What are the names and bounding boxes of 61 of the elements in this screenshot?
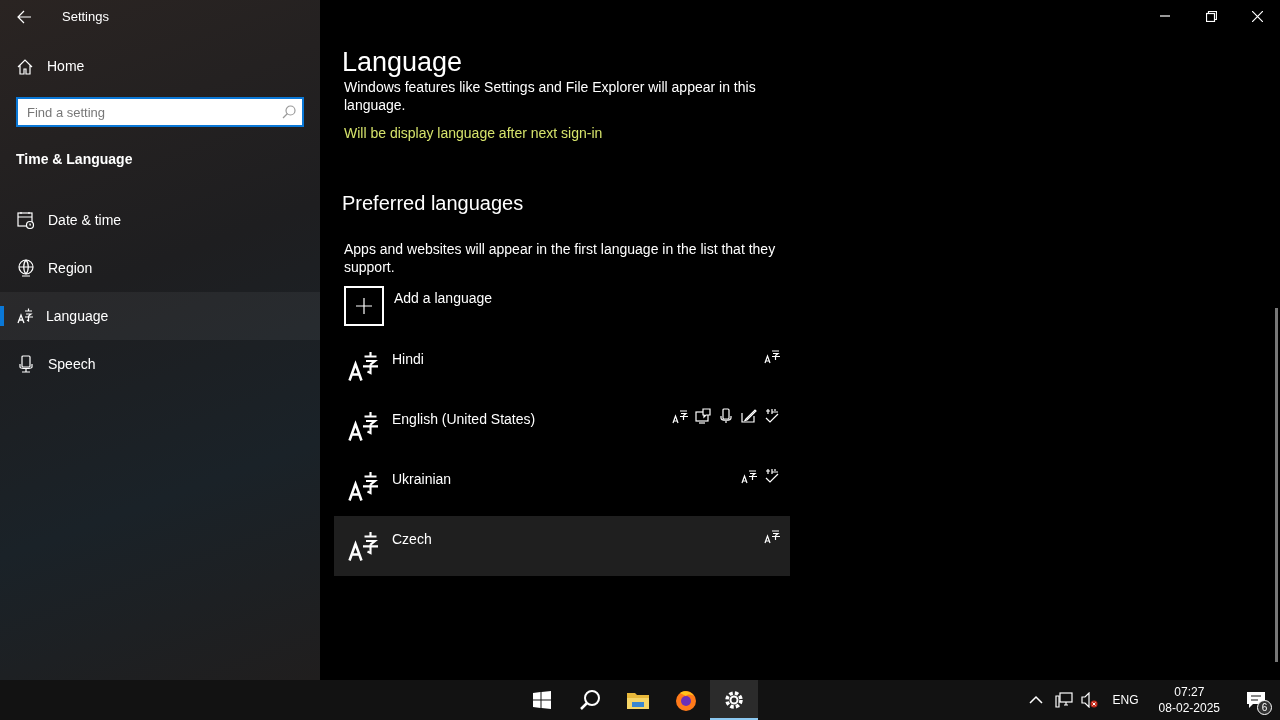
browser-icon	[674, 688, 698, 712]
language-row[interactable]: Ukrainian	[334, 456, 790, 516]
language-name: Hindi	[392, 350, 425, 369]
notification-count: 6	[1257, 700, 1272, 715]
home-link[interactable]: Home	[0, 56, 320, 77]
spell-check-icon	[764, 408, 780, 424]
network-icon[interactable]	[1054, 692, 1073, 708]
microphone-icon	[718, 408, 734, 424]
close-icon	[1251, 10, 1263, 22]
language-icon	[764, 348, 780, 364]
clock[interactable]: 07:27 08-02-2025	[1158, 684, 1220, 716]
selection-indicator	[0, 306, 4, 326]
scrollbar[interactable]	[1275, 308, 1278, 662]
cut-description: Windows features like Settings and File Explorer will appear in this	[343, 78, 757, 96]
language-icon	[348, 412, 378, 442]
language-icon	[348, 532, 378, 562]
section-heading: Time & Language	[15, 150, 134, 169]
language-icon	[764, 528, 780, 544]
taskbar-button[interactable]	[710, 680, 758, 720]
add-language-button[interactable]: Add a language	[344, 286, 790, 326]
nav-item[interactable]: Region	[0, 244, 320, 292]
language-name: Ukrainian	[392, 470, 453, 489]
settings-icon	[723, 689, 745, 711]
description: Apps and websites will appear in the first language in the list that they support.	[343, 240, 777, 276]
status-notice: Will be display language after next sign-in	[343, 124, 604, 143]
language-name: English (United States)	[392, 410, 537, 429]
search-icon	[282, 105, 296, 119]
language-icon	[741, 468, 757, 484]
search-field[interactable]: Find a setting	[16, 97, 304, 127]
section-heading: Preferred languages	[342, 191, 525, 216]
monitor-speech-icon	[695, 408, 711, 424]
nav-item[interactable]: Language	[0, 292, 320, 340]
language-row[interactable]: English (United States)	[334, 396, 790, 456]
search-icon	[579, 689, 601, 711]
language-name: Czech	[392, 530, 433, 549]
language-icon	[17, 308, 33, 324]
nav-item[interactable]: Date & time	[0, 196, 320, 244]
language-row[interactable]: Hindi	[334, 336, 790, 396]
plus-icon	[344, 286, 384, 326]
language-row[interactable]: Czech	[334, 516, 790, 576]
folder-icon	[626, 690, 650, 710]
speaker-muted-icon[interactable]	[1080, 692, 1099, 708]
nav-item[interactable]: Speech	[0, 340, 320, 388]
microphone-icon	[17, 355, 35, 373]
page-title: Language	[342, 49, 463, 76]
description-end: language.	[343, 96, 407, 114]
notifications-button[interactable]: 6	[1240, 684, 1272, 716]
input-language-indicator[interactable]: ENG	[1112, 691, 1139, 709]
window-title: Settings	[62, 8, 109, 27]
chevron-up-icon[interactable]	[1028, 695, 1043, 705]
language-icon	[348, 352, 378, 382]
language-icon	[672, 408, 688, 424]
back-icon[interactable]	[16, 9, 32, 25]
language-icon	[348, 472, 378, 502]
home-icon	[17, 58, 33, 75]
globe-icon	[17, 259, 35, 277]
calendar-icon	[17, 211, 35, 229]
pen-box-icon	[741, 408, 757, 424]
windows-icon	[533, 691, 551, 709]
restore-icon	[1205, 10, 1217, 22]
spell-check-icon	[764, 468, 780, 484]
